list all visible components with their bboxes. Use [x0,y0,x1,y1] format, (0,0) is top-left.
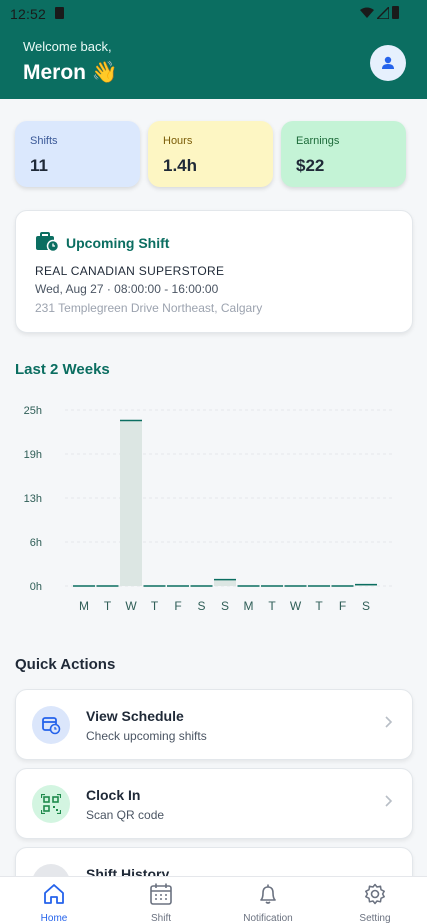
x-tick-label: T [151,599,159,613]
clock-in-action[interactable]: Clock In Scan QR code [15,768,413,839]
x-tick-label: T [315,599,323,613]
wifi-icon [360,7,374,18]
x-tick-label: M [244,599,254,613]
bell-icon [260,884,276,904]
x-tick-label: T [268,599,276,613]
action-subtitle: Check upcoming shifts [86,729,207,743]
x-tick-label: W [125,599,137,613]
person-icon [382,56,394,69]
signal-icon [377,6,389,19]
x-tick-label: S [362,599,370,613]
welcome-text: Welcome back, [23,39,112,54]
nav-label: Notification [243,913,293,924]
battery-icon [392,6,399,19]
x-tick-label: S [221,599,229,613]
action-title: View Schedule [86,708,184,724]
x-tick-label: F [174,599,181,613]
nav-label: Shift [150,913,171,924]
hours-bar-chart: 25h19h13h6h0hM T W T F S S M T W T F S [24,405,395,613]
status-bar: 12:52 [0,0,427,28]
x-tick-label: W [290,599,302,613]
stat-label: Earnings [296,135,340,147]
stat-card-hours: Hours 1.4h [148,121,273,187]
status-time: 12:52 [10,6,47,22]
quick-actions-title: Quick Actions [15,656,116,673]
y-tick-label: 0h [30,581,42,593]
calendar-icon [150,883,172,905]
shift-address: 231 Templegreen Drive Northeast, Calgary [35,301,263,315]
bottom-navigation: Home Shift Notification Setting [0,876,427,924]
app-header: 12:52 Welcome back, Meron 👋 [0,0,427,99]
action-title: Clock In [86,787,141,803]
nav-label: Setting [359,913,391,924]
chart-section-title: Last 2 Weeks [15,361,110,378]
calendar-clock-icon [32,706,70,744]
gear-icon [365,883,385,905]
stat-label: Hours [163,135,193,147]
user-name: Meron 👋 [23,61,118,84]
x-tick-label: S [197,599,205,613]
x-tick-label: F [339,599,346,613]
shift-datetime: Wed, Aug 27 · 08:00:00 - 16:00:00 [35,282,219,296]
nav-label: Home [40,913,68,924]
home-icon [44,884,64,904]
nav-setting[interactable]: Setting [335,883,415,924]
chart-bar [120,420,142,586]
shift-store-name: REAL CANADIAN SUPERSTORE [35,264,225,278]
nav-notification[interactable]: Notification [228,883,308,924]
x-tick-label: T [104,599,112,613]
briefcase-clock-icon [36,232,59,253]
stat-label: Shifts [30,135,58,147]
y-tick-label: 6h [30,537,42,549]
nav-home[interactable]: Home [14,883,94,924]
y-tick-label: 25h [24,405,42,417]
nav-shift[interactable]: Shift [121,883,201,924]
action-subtitle: Scan QR code [86,808,165,822]
y-tick-label: 19h [24,449,42,461]
upcoming-shift-card[interactable]: Upcoming Shift REAL CANADIAN SUPERSTORE … [15,210,413,333]
chevron-right-icon [385,795,393,807]
stat-card-shifts: Shifts 11 [15,121,140,187]
upcoming-shift-title: Upcoming Shift [66,235,170,251]
stat-value: 1.4h [163,156,198,175]
chart-bar [214,579,236,586]
stat-card-earnings: Earnings $22 [281,121,406,187]
y-tick-label: 13h [24,493,42,505]
sim-icon [55,7,64,19]
qr-code-icon [32,785,70,823]
chevron-right-icon [385,716,393,728]
stat-value: $22 [296,156,325,175]
stat-value: 11 [30,156,48,175]
x-tick-label: M [79,599,89,613]
view-schedule-action[interactable]: View Schedule Check upcoming shifts [15,689,413,760]
avatar[interactable] [370,45,406,81]
